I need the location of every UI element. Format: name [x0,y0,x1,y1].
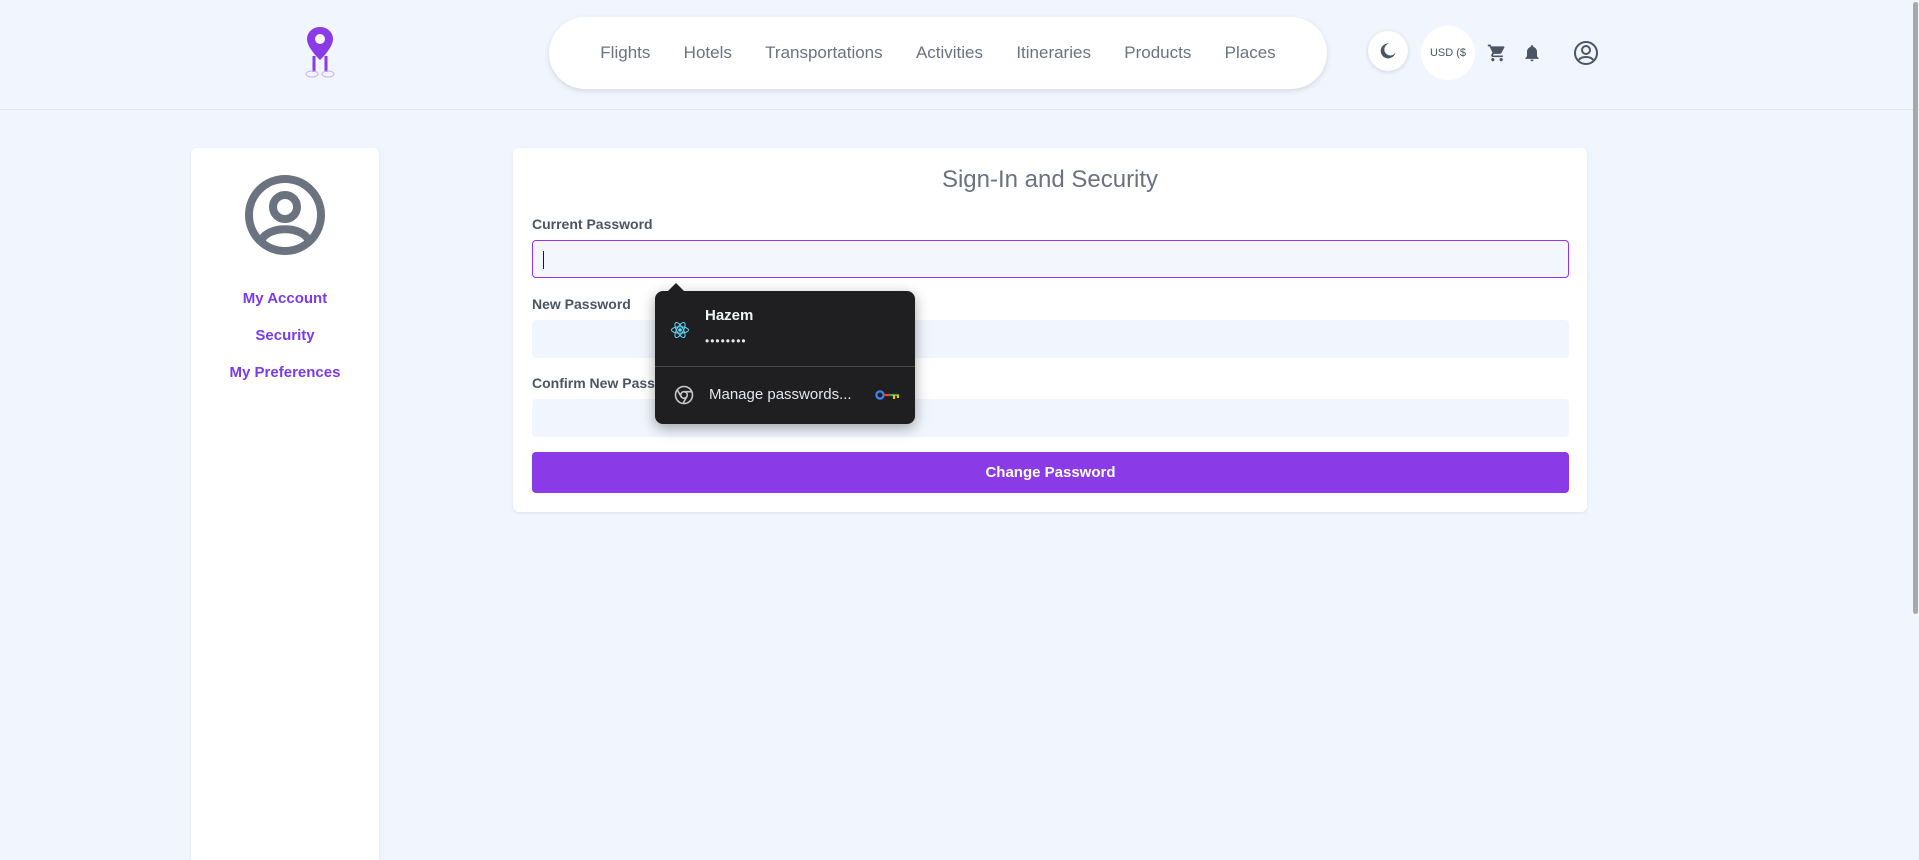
chrome-icon [674,385,694,405]
sidebar-item-my-preferences[interactable]: My Preferences [191,354,379,391]
currency-selector[interactable]: USD ($ [1421,26,1475,80]
sidebar-item-security[interactable]: Security [191,317,379,354]
manage-passwords-label: Manage passwords... [709,386,852,403]
nav-places[interactable]: Places [1225,43,1276,63]
current-password-field[interactable] [532,240,1569,278]
manage-passwords-option[interactable]: Manage passwords... [655,367,915,424]
moon-icon [1380,43,1396,59]
account-circle-icon [1574,41,1598,65]
location-pin-logo-icon[interactable] [302,26,338,78]
nav-flights[interactable]: Flights [600,43,650,63]
sidebar-menu: My Account Security My Preferences [191,280,379,391]
nav-hotels[interactable]: Hotels [684,43,732,63]
saved-credential-option[interactable]: Hazem •••••••• [655,291,915,366]
main-nav: Flights Hotels Transportations Activitie… [549,17,1327,89]
theme-toggle-button[interactable] [1368,31,1408,71]
bell-icon [1525,45,1539,62]
password-autofill-popup: Hazem •••••••• Manage passwords... [655,283,915,424]
scrollbar-thumb[interactable] [1913,2,1918,614]
page-title: Sign-In and Security [941,166,1159,193]
site-header: Flights Hotels Transportations Activitie… [0,0,1919,110]
cart-icon [1487,44,1505,62]
nav-activities[interactable]: Activities [916,43,983,63]
account-button[interactable] [1572,39,1600,67]
nav-transportations[interactable]: Transportations [765,43,882,63]
sidebar-item-my-account[interactable]: My Account [191,280,379,317]
notifications-button[interactable] [1521,42,1543,64]
google-password-key-icon [875,390,900,400]
nav-products[interactable]: Products [1124,43,1191,63]
saved-password-mask: •••••••• [705,334,747,348]
user-avatar-icon [245,175,325,255]
nav-itineraries[interactable]: Itineraries [1016,43,1091,63]
react-icon [671,321,689,339]
cart-button[interactable] [1486,42,1508,64]
text-caret [543,251,544,269]
account-sidebar: My Account Security My Preferences [191,148,379,860]
change-password-button[interactable]: Change Password [532,452,1569,493]
current-password-label: Current Password [532,216,653,232]
page-scrollbar[interactable] [1912,0,1919,860]
new-password-label: New Password [532,296,631,312]
saved-username: Hazem [705,307,754,324]
